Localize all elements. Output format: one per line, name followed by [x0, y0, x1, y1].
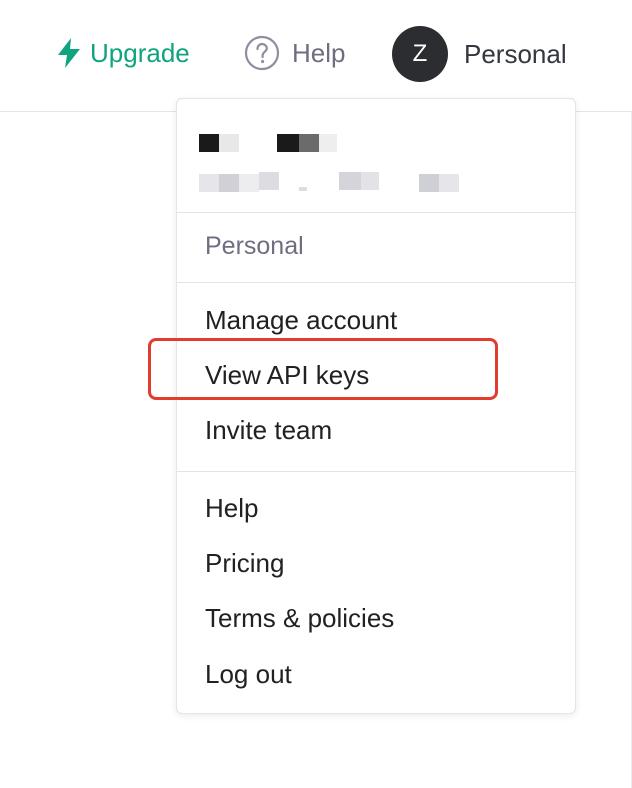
redacted-name-block	[219, 134, 239, 152]
organization-section: Personal	[177, 212, 575, 283]
user-info-redacted	[177, 99, 575, 213]
invite-team-item[interactable]: Invite team	[205, 415, 332, 446]
terms-policies-item[interactable]: Terms & policies	[205, 603, 394, 634]
redacted-name-block	[299, 134, 319, 152]
view-api-keys-item[interactable]: View API keys	[205, 360, 369, 391]
account-label: Personal	[464, 38, 567, 69]
help-item[interactable]: Help	[205, 493, 258, 524]
redacted-email-block	[299, 187, 307, 191]
log-out-item[interactable]: Log out	[205, 659, 292, 690]
redacted-email-block	[419, 174, 439, 192]
question-circle-icon	[244, 35, 280, 71]
redacted-email-block	[339, 172, 361, 190]
upgrade-link[interactable]: Upgrade	[58, 34, 190, 72]
avatar: Z	[392, 26, 448, 82]
menu-divider	[177, 471, 575, 472]
redacted-name-block	[319, 134, 337, 152]
redacted-email-block	[259, 172, 279, 190]
top-navigation: Upgrade Help Z Personal	[0, 0, 632, 112]
redacted-email-block	[239, 174, 259, 192]
redacted-email-block	[439, 174, 459, 192]
redacted-email-block	[219, 174, 239, 192]
help-label: Help	[292, 37, 346, 68]
redacted-name-block	[199, 134, 219, 152]
redacted-name-block	[277, 134, 299, 152]
lightning-bolt-icon	[58, 38, 80, 68]
pricing-item[interactable]: Pricing	[205, 548, 284, 579]
upgrade-label: Upgrade	[90, 37, 190, 68]
account-dropdown-menu: Personal Manage account View API keys In…	[176, 98, 576, 714]
help-link[interactable]: Help	[244, 34, 345, 72]
redacted-email-block	[361, 172, 379, 190]
redacted-email-block	[199, 174, 219, 192]
account-menu-button[interactable]: Z Personal	[392, 26, 567, 82]
organization-label: Personal	[205, 232, 304, 260]
manage-account-item[interactable]: Manage account	[205, 305, 397, 336]
page: Upgrade Help Z Personal Personal Manage …	[0, 0, 632, 788]
